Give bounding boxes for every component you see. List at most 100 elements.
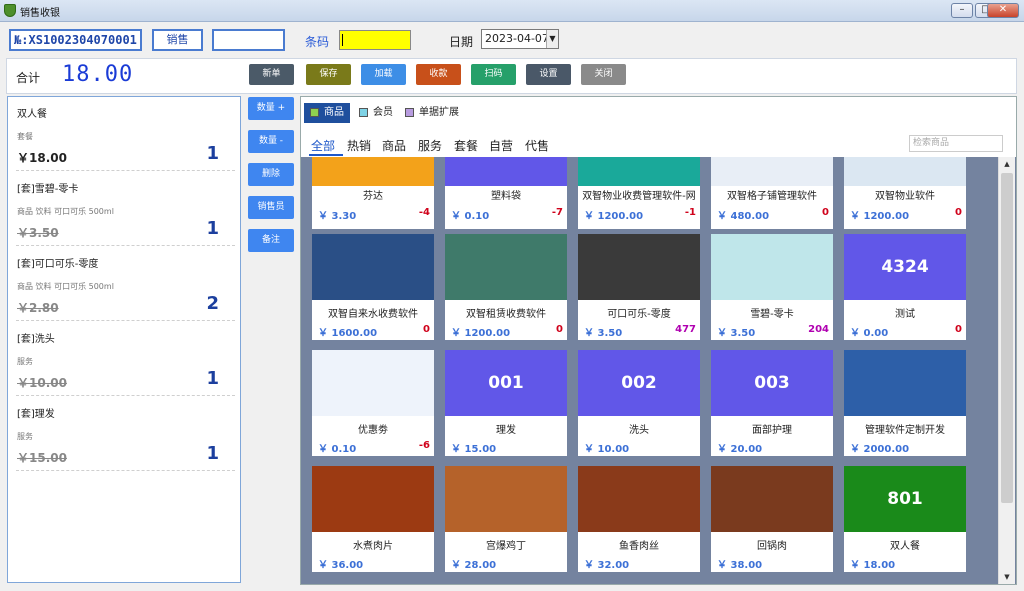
product-card[interactable]: 001 理发 ￥ 15.00 — [445, 350, 567, 456]
product-thumbnail: 4324 — [844, 234, 966, 300]
product-name: 可口可乐-零度 — [607, 309, 671, 320]
product-thumbnail: 002 — [578, 350, 700, 416]
cart-item[interactable]: [套]雪碧-零卡 商品 饮料 可口可乐 500ml ￥3.50 1 — [16, 172, 235, 246]
product-thumbnail — [711, 157, 833, 186]
cart-item-desc: 服务 — [17, 432, 33, 441]
product-card[interactable]: 宫爆鸡丁 ￥ 28.00 — [445, 466, 567, 572]
product-card[interactable]: 双智格子铺管理软件 ￥ 480.00 0 — [711, 157, 833, 229]
product-card[interactable]: 双智租赁收费软件 ￥ 1200.00 0 — [445, 234, 567, 340]
product-price: ￥ 0.00 — [850, 328, 889, 339]
customer-field[interactable] — [212, 29, 285, 51]
product-card[interactable]: 管理软件定制开发 ￥ 2000.00 — [844, 350, 966, 456]
category-bar: 商品 会员 单据扩展 全部 热销 商品 服务 套餐 自营 代售 检索商品 — [301, 97, 1016, 157]
product-card[interactable]: 鱼香肉丝 ￥ 32.00 — [578, 466, 700, 572]
product-name: 双智格子铺管理软件 — [727, 191, 817, 202]
order-number: №:XS1002304070001 — [9, 29, 142, 51]
total-amount: 18.00 — [62, 62, 134, 87]
cart-item-name: [套]理发 — [17, 409, 55, 420]
date-value: 2023-04-07 — [485, 32, 549, 45]
product-price: ￥ 3.30 — [318, 211, 357, 222]
product-card[interactable]: 回锅肉 ￥ 38.00 — [711, 466, 833, 572]
barcode-input[interactable] — [339, 30, 411, 50]
minimize-button[interactable]: – — [951, 3, 973, 18]
qty-minus-button[interactable]: 数量 - — [248, 130, 294, 153]
product-thumbnail — [445, 234, 567, 300]
product-stock: -7 — [551, 207, 563, 218]
salesperson-button[interactable]: 销售员 — [248, 196, 294, 219]
product-name: 水煮肉片 — [353, 541, 393, 552]
product-thumbnail — [711, 466, 833, 532]
product-thumbnail — [844, 350, 966, 416]
cart-item-name: [套]可口可乐-零度 — [17, 259, 99, 270]
filter-self[interactable]: 自营 — [489, 137, 513, 154]
product-panel: 商品 会员 单据扩展 全部 热销 商品 服务 套餐 自营 代售 检索商品 芬达 ￥… — [300, 96, 1017, 585]
product-name: 双智租赁收费软件 — [466, 309, 546, 320]
chevron-down-icon[interactable]: ▼ — [546, 30, 558, 48]
filter-service[interactable]: 服务 — [418, 137, 442, 154]
product-thumbnail — [711, 234, 833, 300]
qty-plus-button[interactable]: 数量 + — [248, 97, 294, 120]
cart-item-qty: 1 — [206, 443, 219, 464]
product-thumbnail: 801 — [844, 466, 966, 532]
cart-item[interactable]: 双人餐 套餐 ￥18.00 1 — [16, 97, 235, 171]
settings-button[interactable]: 设置 — [526, 64, 571, 85]
filter-package[interactable]: 套餐 — [454, 137, 478, 154]
product-card[interactable]: 水煮肉片 ￥ 36.00 — [312, 466, 434, 572]
tab-goods[interactable]: 商品 — [304, 103, 350, 123]
product-price: ￥ 0.10 — [451, 211, 490, 222]
load-button[interactable]: 加载 — [361, 64, 406, 85]
product-card[interactable]: 可口可乐-零度 ￥ 3.50 477 — [578, 234, 700, 340]
scroll-up-icon[interactable]: ▲ — [999, 157, 1015, 171]
date-picker[interactable]: 2023-04-07 ▼ — [481, 29, 559, 49]
scroll-down-icon[interactable]: ▼ — [999, 570, 1015, 584]
product-card[interactable]: 801 双人餐 ￥ 18.00 — [844, 466, 966, 572]
product-name: 鱼香肉丝 — [619, 541, 659, 552]
filter-consign[interactable]: 代售 — [525, 137, 549, 154]
cart-item[interactable]: [套]洗头 服务 ￥10.00 1 — [16, 322, 235, 396]
cart-list: 双人餐 套餐 ￥18.00 1 [套]雪碧-零卡 商品 饮料 可口可乐 500m… — [7, 96, 241, 583]
tab-extension[interactable]: 单据扩展 — [399, 103, 465, 123]
date-label: 日期 — [449, 35, 474, 49]
product-card[interactable]: 双智物业软件 ￥ 1200.00 0 — [844, 157, 966, 229]
product-card[interactable]: 塑料袋 ￥ 0.10 -7 — [445, 157, 567, 229]
product-card[interactable]: 4324 测试 ￥ 0.00 0 — [844, 234, 966, 340]
product-card[interactable]: 双智自来水收费软件 ￥ 1600.00 0 — [312, 234, 434, 340]
product-name: 洗头 — [629, 425, 649, 436]
filter-all[interactable]: 全部 — [311, 137, 335, 154]
new-order-button[interactable]: 新单 — [249, 64, 294, 85]
delete-button[interactable]: 删除 — [248, 163, 294, 186]
cart-item[interactable]: [套]理发 服务 ￥15.00 1 — [16, 397, 235, 471]
product-card[interactable]: 雪碧-零卡 ￥ 3.50 204 — [711, 234, 833, 340]
product-card[interactable]: 双智物业收费管理软件-网 ￥ 1200.00 -1 — [578, 157, 700, 229]
product-price: ￥ 3.50 — [584, 328, 623, 339]
product-search-input[interactable]: 检索商品 — [909, 135, 1003, 152]
remark-button[interactable]: 备注 — [248, 229, 294, 252]
sales-mode-button[interactable]: 销售 — [152, 29, 203, 51]
tab-member[interactable]: 会员 — [353, 103, 399, 123]
save-button[interactable]: 保存 — [306, 64, 351, 85]
filter-hot[interactable]: 热销 — [347, 137, 371, 154]
product-name: 双智物业软件 — [875, 191, 935, 202]
checkout-button[interactable]: 收款 — [416, 64, 461, 85]
cart-item[interactable]: [套]可口可乐-零度 商品 饮料 可口可乐 500ml ￥2.80 2 — [16, 247, 235, 321]
product-stock: 0 — [955, 207, 962, 218]
product-card[interactable]: 003 面部护理 ￥ 20.00 — [711, 350, 833, 456]
tab-label: 单据扩展 — [419, 107, 459, 118]
product-name: 双智物业收费管理软件-网 — [582, 191, 696, 202]
product-card[interactable]: 芬达 ￥ 3.30 -4 — [312, 157, 434, 229]
extension-swatch-icon — [405, 108, 414, 117]
product-name: 优惠劵 — [358, 425, 388, 436]
product-thumbnail — [312, 350, 434, 416]
close-button[interactable]: 关闭 — [581, 64, 626, 85]
product-card[interactable]: 优惠劵 ￥ 0.10 -6 — [312, 350, 434, 456]
close-window-button[interactable]: ✕ — [987, 3, 1019, 18]
product-price: ￥ 2000.00 — [850, 444, 910, 455]
goods-swatch-icon — [310, 108, 319, 117]
scroll-thumb[interactable] — [1001, 173, 1013, 503]
filter-goods[interactable]: 商品 — [382, 137, 406, 154]
product-price: ￥ 10.00 — [584, 444, 630, 455]
product-price: ￥ 480.00 — [717, 211, 770, 222]
scan-button[interactable]: 扫码 — [471, 64, 516, 85]
product-scrollbar[interactable]: ▲ ▼ — [998, 157, 1015, 584]
product-card[interactable]: 002 洗头 ￥ 10.00 — [578, 350, 700, 456]
